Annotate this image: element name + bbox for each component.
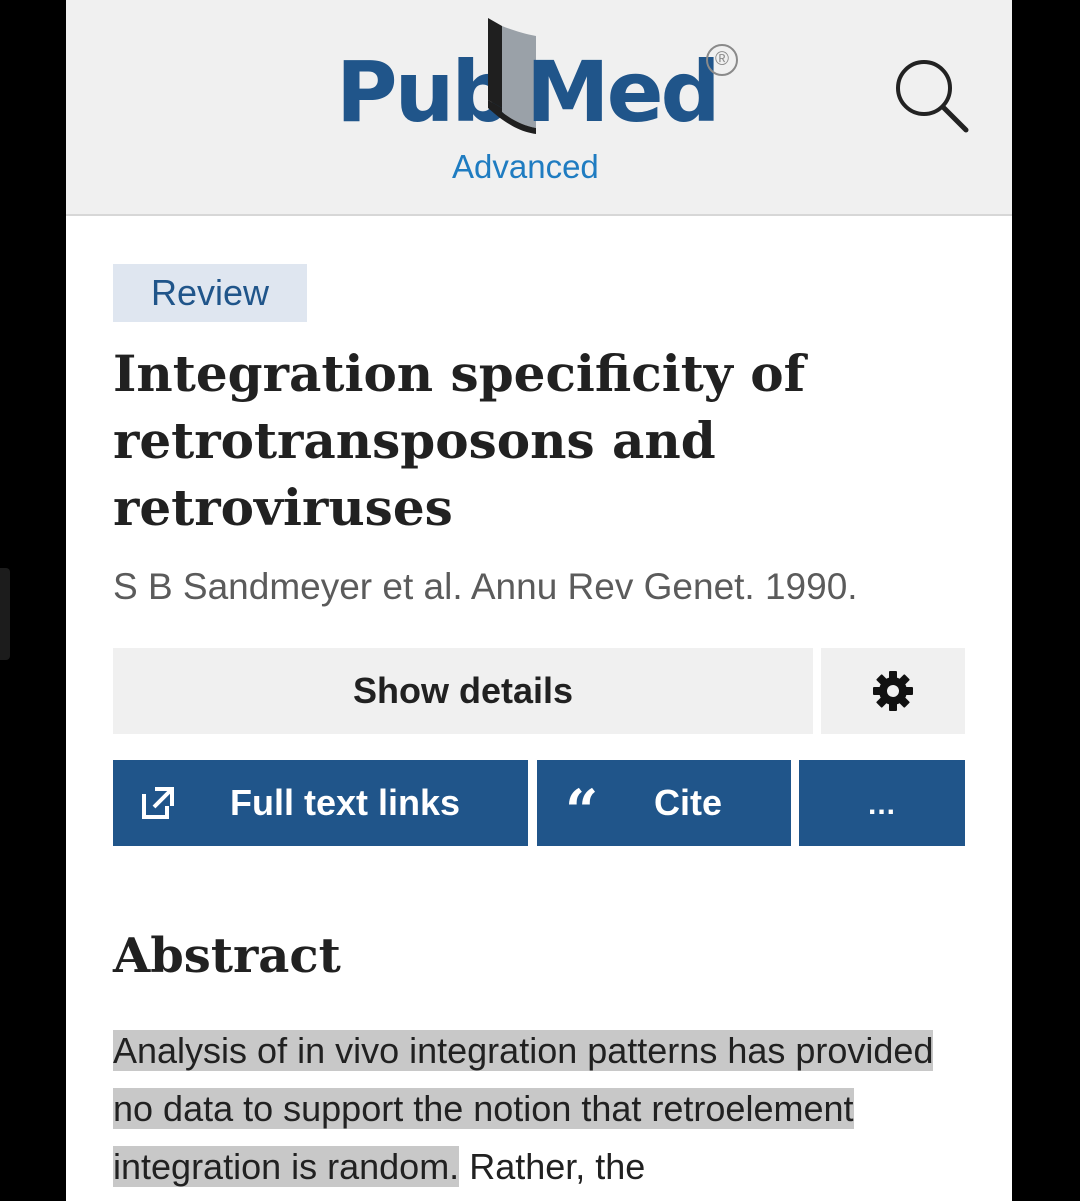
registered-mark: ® — [706, 44, 738, 76]
logo-med-text: Med — [526, 43, 721, 141]
cite-label: Cite — [654, 782, 723, 823]
full-text-links-button[interactable]: Full text links — [113, 760, 528, 846]
article-title: Integration specificity of retrotranspos… — [113, 344, 806, 537]
abstract-text: Analysis of in vivo integration patterns… — [113, 1022, 983, 1196]
abstract-remaining-text: Rather, the — [469, 1146, 646, 1187]
display-options-button[interactable] — [821, 648, 965, 734]
article-type-badge: Review — [113, 264, 307, 322]
gear-icon — [873, 671, 913, 711]
search-button[interactable] — [892, 56, 972, 136]
show-details-button[interactable]: Show details — [113, 648, 813, 734]
search-icon — [896, 60, 969, 133]
pubmed-page: Pub Med ® Advanced Review Integration sp… — [66, 0, 1012, 1201]
quote-icon: “ — [565, 777, 599, 845]
article-citation: S B Sandmeyer et al. Annu Rev Genet. 199… — [113, 566, 858, 607]
cite-button[interactable]: “ Cite — [537, 760, 791, 846]
screen-edge-handle — [0, 568, 10, 660]
external-link-icon — [141, 760, 175, 846]
advanced-link[interactable]: Advanced — [452, 148, 599, 186]
full-text-links-label: Full text links — [230, 782, 461, 823]
site-header: Pub Med ® Advanced — [66, 0, 1012, 216]
more-actions-button[interactable]: ... — [799, 760, 965, 846]
abstract-heading: Abstract — [113, 928, 341, 984]
more-actions-label: ... — [867, 788, 896, 821]
